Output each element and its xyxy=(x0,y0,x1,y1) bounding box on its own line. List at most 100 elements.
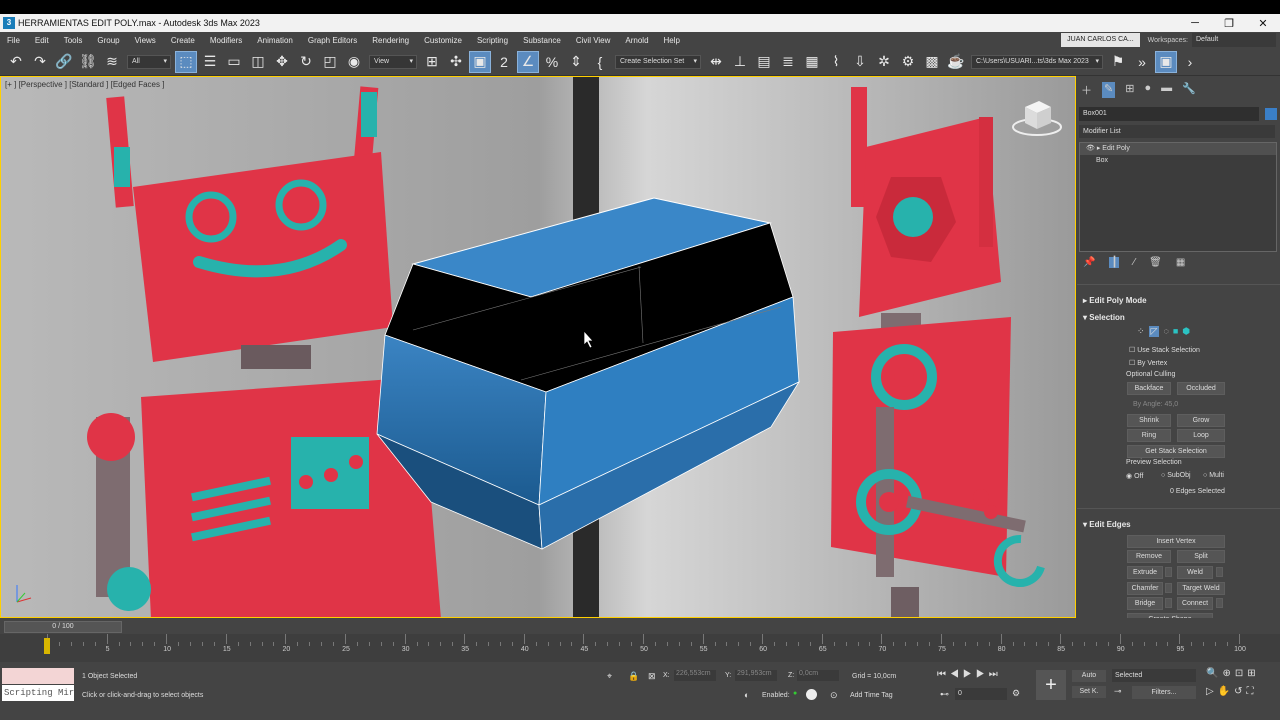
selection-rollout[interactable]: ▾ Selection xyxy=(1083,313,1125,322)
use-stack-selection-checkbox[interactable]: ☐ Use Stack Selection xyxy=(1129,346,1200,354)
split-button[interactable]: Split xyxy=(1177,550,1225,563)
snaps-toggle-icon[interactable]: 2 xyxy=(493,51,515,73)
zoom-extents-icon[interactable]: ⊡ xyxy=(1235,668,1247,679)
keyboard-shortcut-override-icon[interactable]: ▣ xyxy=(469,50,491,73)
zoom-extents-all-icon[interactable]: ⊞ xyxy=(1247,668,1259,679)
scale-icon[interactable]: ◰ xyxy=(319,51,341,73)
menu-customize[interactable]: Customize xyxy=(417,36,470,45)
connect-settings-button[interactable] xyxy=(1216,598,1223,608)
object-color-swatch[interactable] xyxy=(1265,108,1277,120)
edit-edges-rollout[interactable]: ▾ Edit Edges xyxy=(1083,520,1131,529)
viewport-label[interactable]: [+ ] [Perspective ] [Standard ] [Edged F… xyxy=(5,80,164,89)
y-coord-field[interactable]: 291,953cm xyxy=(735,670,777,681)
chamfer-settings-button[interactable] xyxy=(1165,583,1172,593)
current-frame-field[interactable]: 0 xyxy=(955,688,1007,700)
workspace-dropdown[interactable]: Default xyxy=(1192,33,1276,47)
remove-button[interactable]: Remove xyxy=(1127,550,1171,563)
window-crossing-icon[interactable]: ◫ xyxy=(247,51,269,73)
select-by-name-icon[interactable]: ☰ xyxy=(199,51,221,73)
align-icon[interactable]: ⊥ xyxy=(729,51,751,73)
extrude-button[interactable]: Extrude xyxy=(1127,566,1163,579)
pan-icon[interactable]: ✋ xyxy=(1218,686,1234,697)
extrude-settings-button[interactable] xyxy=(1165,567,1172,577)
play-icon[interactable]: ▶ xyxy=(963,669,976,680)
menu-civil-view[interactable]: Civil View xyxy=(569,36,619,45)
grow-button[interactable]: Grow xyxy=(1177,414,1225,427)
time-configuration-icon[interactable]: ⚙ xyxy=(1012,688,1020,699)
make-unique-icon[interactable]: ⁄ xyxy=(1133,257,1135,268)
menu-rendering[interactable]: Rendering xyxy=(365,36,417,45)
display-tab-icon[interactable]: ▬ xyxy=(1161,82,1172,98)
time-tag-icon[interactable]: ⊙ xyxy=(830,690,838,701)
adaptive-degradation-icon[interactable]: ◐ xyxy=(744,690,749,700)
shrink-button[interactable]: Shrink xyxy=(1127,414,1171,427)
maxscript-listener-output[interactable] xyxy=(2,668,74,684)
border-level-icon[interactable]: ◌ xyxy=(1163,326,1168,337)
stack-item-box[interactable]: Box xyxy=(1080,155,1276,167)
menu-views[interactable]: Views xyxy=(128,36,164,45)
pivot-center-icon[interactable]: ⊞ xyxy=(421,51,443,73)
menu-substance[interactable]: Substance xyxy=(516,36,569,45)
loop-button[interactable]: Loop xyxy=(1177,429,1225,442)
render-setup-icon[interactable]: ⚙ xyxy=(897,51,919,73)
enabled-toggle-icon[interactable]: ● xyxy=(793,690,797,697)
edit-named-selection-icon[interactable]: { xyxy=(589,51,611,73)
ring-button[interactable]: Ring xyxy=(1127,429,1171,442)
menu-help[interactable]: Help xyxy=(657,36,688,45)
redo-icon[interactable]: ↷ xyxy=(29,51,51,73)
z-coord-field[interactable]: 0,0cm xyxy=(797,670,839,681)
add-time-tag-button[interactable]: Add Time Tag xyxy=(850,692,893,699)
preview-off-radio[interactable]: ◉ Off xyxy=(1126,472,1143,480)
preview-subobj-radio[interactable]: ○ SubObj xyxy=(1161,472,1191,479)
go-to-start-icon[interactable]: ⏮ xyxy=(937,669,950,680)
bridge-settings-button[interactable] xyxy=(1165,598,1172,608)
insert-vertex-button[interactable]: Insert Vertex xyxy=(1127,535,1225,548)
connect-button[interactable]: Connect xyxy=(1177,597,1213,610)
schematic-view-icon[interactable]: ⇩ xyxy=(849,51,871,73)
preview-multi-radio[interactable]: ○ Multi xyxy=(1203,472,1224,479)
place-icon[interactable]: ◉ xyxy=(343,51,365,73)
command-panel-toggle-icon[interactable]: ▣ xyxy=(1155,50,1177,73)
key-filters-button[interactable]: Filters... xyxy=(1132,686,1196,699)
edit-poly-mode-rollout[interactable]: ▸ Edit Poly Mode xyxy=(1083,296,1147,305)
spinner-snap-icon[interactable]: ⇕ xyxy=(565,51,587,73)
set-key-button[interactable]: Set K. xyxy=(1072,686,1106,698)
maximize-button[interactable]: ❐ xyxy=(1212,17,1246,30)
menu-arnold[interactable]: Arnold xyxy=(618,36,656,45)
menu-animation[interactable]: Animation xyxy=(250,36,301,45)
stack-item-edit-poly[interactable]: 👁 ▸ Edit Poly xyxy=(1080,143,1276,155)
absolute-mode-icon[interactable]: ⊠ xyxy=(648,671,656,682)
previous-frame-icon[interactable]: ◀ xyxy=(950,669,963,680)
close-button[interactable]: ✕ xyxy=(1246,17,1280,30)
scene-explorer-icon[interactable]: ▤ xyxy=(753,51,775,73)
polygon-level-icon[interactable]: ■ xyxy=(1173,326,1178,337)
expand-icon[interactable]: › xyxy=(1179,51,1201,73)
chamfer-button[interactable]: Chamfer xyxy=(1127,582,1163,595)
key-filters-icon[interactable]: ⊸ xyxy=(1114,686,1122,697)
element-level-icon[interactable]: ⬢ xyxy=(1182,326,1190,337)
auto-key-button[interactable]: Auto xyxy=(1072,670,1106,682)
motion-tab-icon[interactable]: ● xyxy=(1144,82,1151,98)
go-to-end-icon[interactable]: ⏭ xyxy=(989,669,1002,680)
render-icon[interactable]: ☕ xyxy=(945,51,967,73)
menu-edit[interactable]: Edit xyxy=(28,36,57,45)
object-name-field[interactable]: Box001 xyxy=(1079,107,1259,121)
rectangular-selection-icon[interactable]: ▭ xyxy=(223,51,245,73)
more-tools-icon[interactable]: » xyxy=(1131,51,1153,73)
user-account-button[interactable]: JUAN CARLOS CA... xyxy=(1061,33,1140,47)
menu-create[interactable]: Create xyxy=(164,36,203,45)
menu-tools[interactable]: Tools xyxy=(57,36,91,45)
modifier-list-dropdown[interactable]: Modifier List xyxy=(1079,125,1275,138)
selection-filter-dropdown[interactable]: All xyxy=(127,54,171,69)
unlink-icon[interactable]: ⛓ xyxy=(77,51,99,73)
move-icon[interactable]: ✥ xyxy=(271,51,293,73)
rotate-icon[interactable]: ↻ xyxy=(295,51,317,73)
hierarchy-tab-icon[interactable]: ⊞ xyxy=(1125,82,1134,98)
menu-scripting[interactable]: Scripting xyxy=(470,36,516,45)
material-editor-icon[interactable]: ✲ xyxy=(873,51,895,73)
menu-modifiers[interactable]: Modifiers xyxy=(203,36,250,45)
bind-space-warp-icon[interactable]: ≋ xyxy=(101,51,123,73)
show-end-result-icon[interactable]: ┃ xyxy=(1109,257,1120,268)
eye-icon[interactable]: 👁 ▸ xyxy=(1086,145,1102,152)
minimize-button[interactable]: ─ xyxy=(1178,17,1212,30)
